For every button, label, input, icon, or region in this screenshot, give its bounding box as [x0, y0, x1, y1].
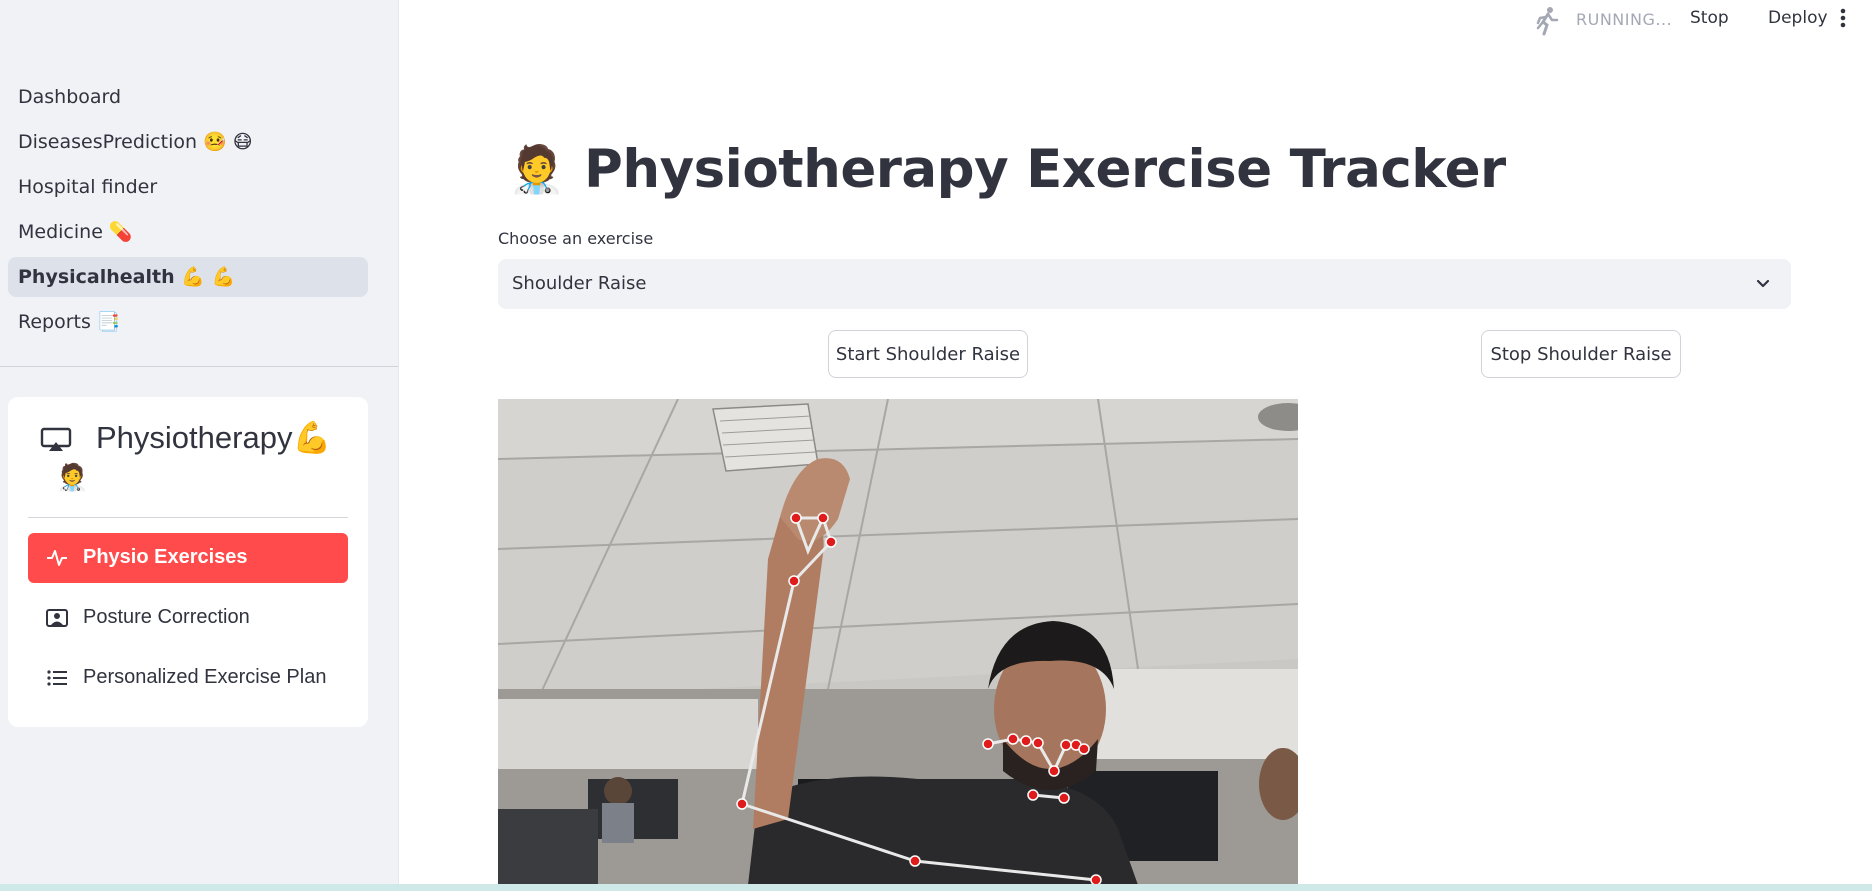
nav-item-medicine[interactable]: Medicine 💊 [8, 212, 368, 252]
nav-item-physicalhealth[interactable]: Physicalhealth 💪 💪 [8, 257, 368, 297]
menu-item-physio-exercises[interactable]: Physio Exercises [28, 533, 348, 583]
more-vertical-icon[interactable] [1838, 6, 1848, 34]
menu-separator [28, 517, 348, 518]
option-menu: Physiotherapy💪 🧑‍⚕️ Physio Exercises Pos… [8, 397, 368, 727]
stop-button[interactable]: Stop [1690, 8, 1729, 28]
sidebar-divider [0, 366, 398, 367]
sidebar: Dashboard DiseasesPrediction 🤒 😷 Hospita… [0, 0, 399, 891]
menu-item-label: Posture Correction [83, 606, 250, 628]
menu-item-personalized-exercise-plan[interactable]: Personalized Exercise Plan [28, 653, 348, 703]
camera-feed [498, 399, 1298, 885]
running-man-icon [1532, 6, 1562, 40]
bottom-status-strip [0, 884, 1872, 891]
nav-item-reports[interactable]: Reports 📑 [8, 302, 368, 342]
exercise-select-label: Choose an exercise [498, 229, 654, 248]
sidebar-nav: Dashboard DiseasesPrediction 🤒 😷 Hospita… [8, 77, 368, 347]
exercise-select[interactable]: Shoulder Raise [498, 259, 1791, 309]
camera-frame [498, 399, 1298, 885]
person-badge-icon [46, 608, 68, 634]
list-icon [46, 668, 68, 694]
exercise-select-value: Shoulder Raise [512, 273, 647, 294]
nav-item-dashboard[interactable]: Dashboard [8, 77, 368, 117]
activity-icon [46, 548, 68, 574]
menu-item-posture-correction[interactable]: Posture Correction [28, 593, 348, 643]
menu-title: Physiotherapy💪 [96, 420, 332, 455]
start-exercise-button[interactable]: Start Shoulder Raise [828, 330, 1028, 378]
cast-icon [40, 427, 72, 457]
chevron-down-icon [1755, 275, 1771, 295]
nav-item-hospital-finder[interactable]: Hospital finder [8, 167, 368, 207]
stop-exercise-button[interactable]: Stop Shoulder Raise [1481, 330, 1681, 378]
menu-title-emoji: 🧑‍⚕️ [56, 463, 89, 493]
top-toolbar: RUNNING... Stop Deploy [1532, 0, 1872, 36]
running-status: RUNNING... [1576, 10, 1673, 29]
nav-item-diseases-prediction[interactable]: DiseasesPrediction 🤒 😷 [8, 122, 368, 162]
menu-item-label: Physio Exercises [83, 546, 248, 568]
deploy-button[interactable]: Deploy [1768, 8, 1828, 28]
menu-item-label: Personalized Exercise Plan [83, 666, 327, 688]
doctor-emoji-icon: 🧑‍⚕️ [508, 142, 566, 196]
page-title: Physiotherapy Exercise Tracker [584, 139, 1506, 200]
